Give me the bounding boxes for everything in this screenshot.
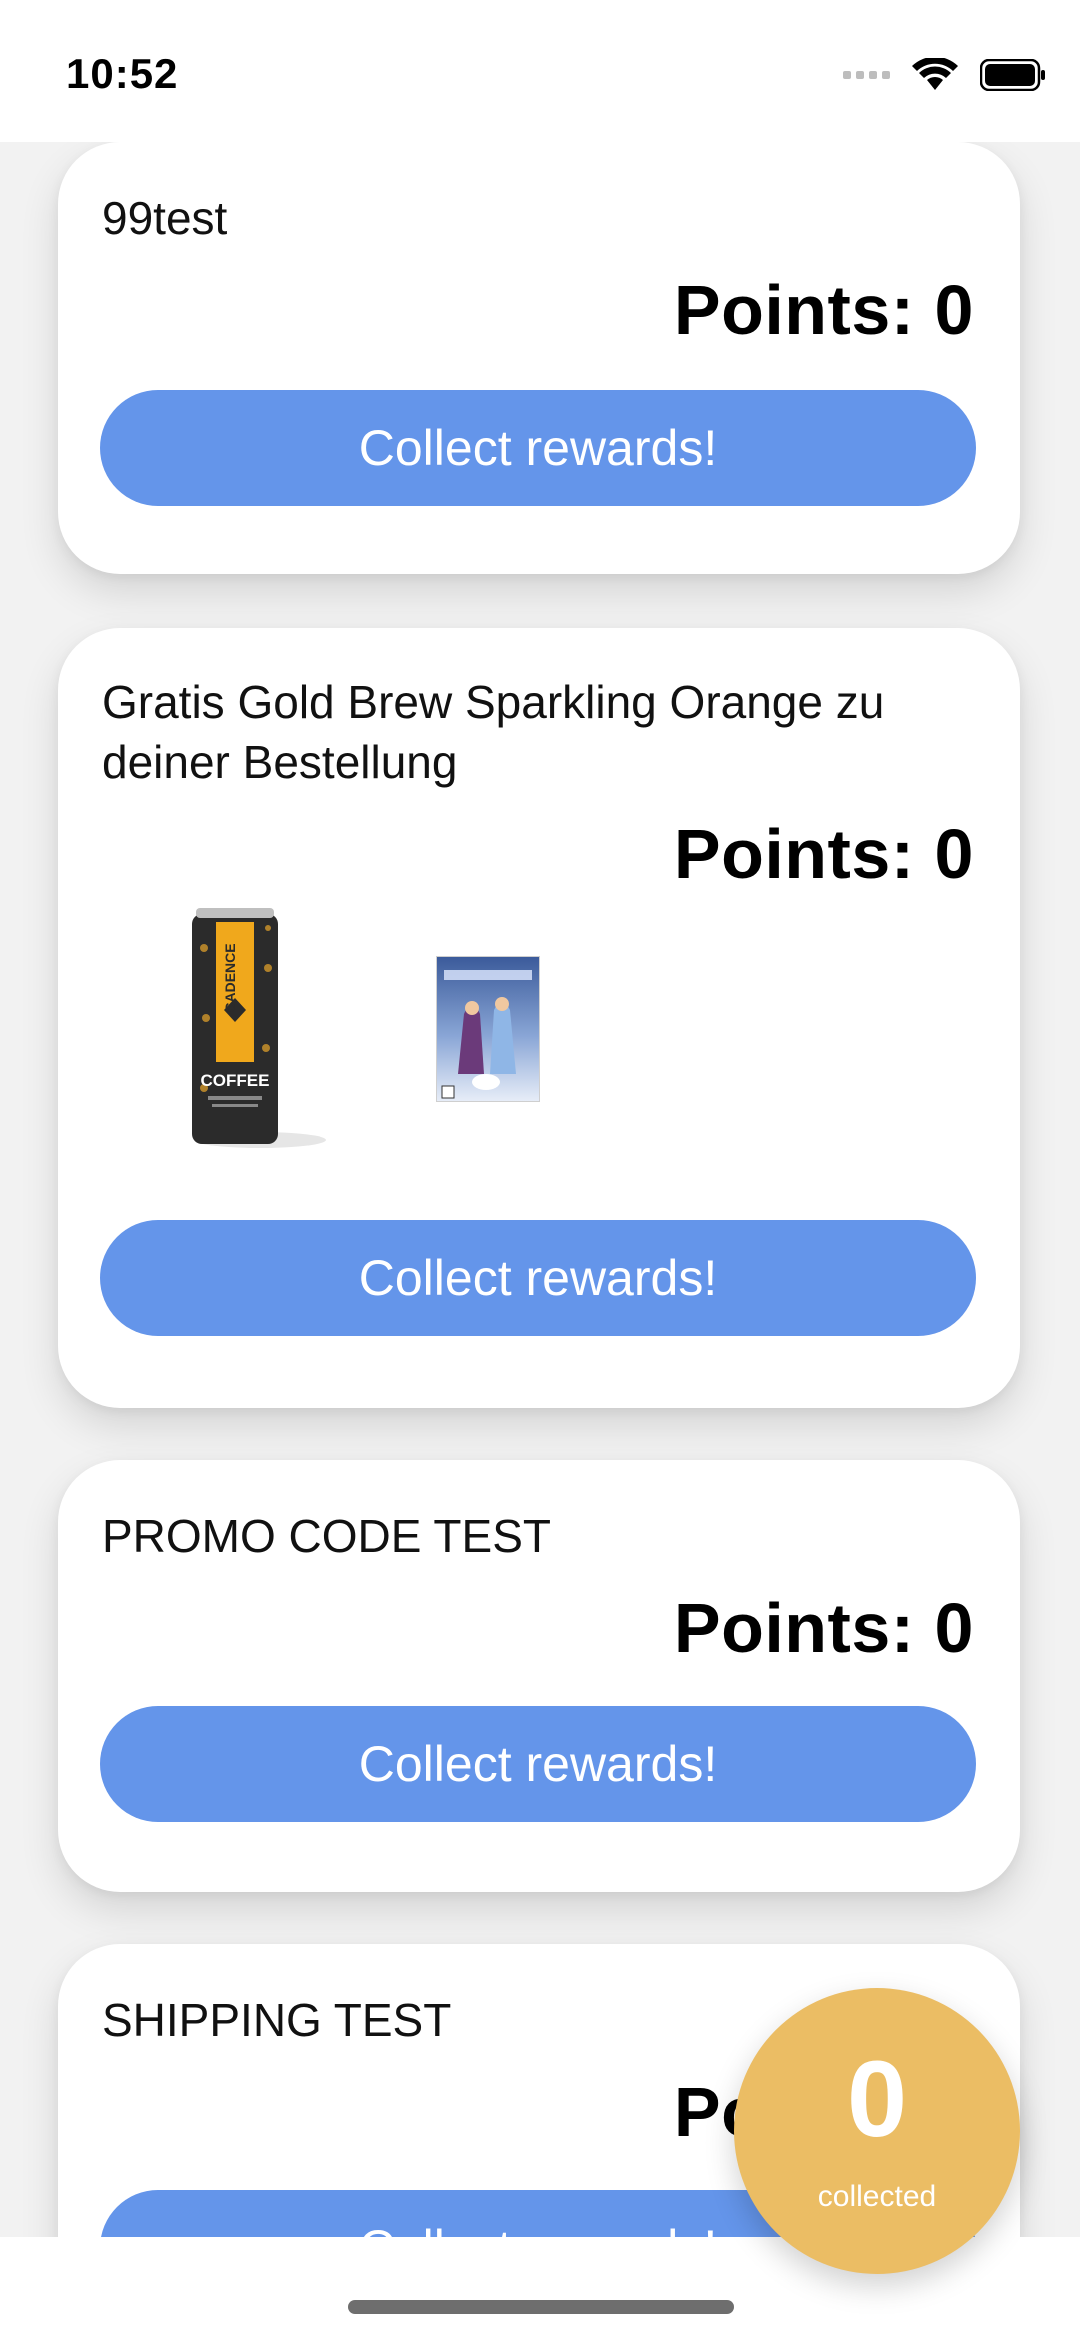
- reward-title: PROMO CODE TEST: [102, 1510, 551, 1562]
- status-icons: [843, 58, 1046, 92]
- home-indicator[interactable]: [348, 2300, 734, 2314]
- collect-rewards-button[interactable]: Collect rewards!: [100, 1706, 976, 1822]
- reward-points: Points: 0: [673, 1589, 974, 1667]
- collected-count: 0: [846, 2038, 908, 2159]
- battery-icon: [980, 59, 1045, 91]
- reward-card: 99test Points: 0 Collect rewards!: [58, 142, 1020, 574]
- cellular-signal-icon: [843, 71, 890, 79]
- collect-rewards-button[interactable]: Collect rewards!: [100, 390, 976, 506]
- coffee-can-image: CADENCE COFFEE: [192, 908, 326, 1148]
- reward-title: Gratis Gold Brew Sparkling Orange zu dei…: [102, 676, 885, 788]
- can-type-label: COFFEE: [201, 1071, 270, 1090]
- reward-card: PROMO CODE TEST Points: 0 Collect reward…: [58, 1460, 1020, 1892]
- reward-card: Gratis Gold Brew Sparkling Orange zu dei…: [58, 628, 1020, 1408]
- collect-rewards-button[interactable]: Collect rewards!: [100, 1220, 976, 1336]
- status-bar: 10:52: [0, 0, 1080, 142]
- status-time: 10:52: [66, 50, 179, 97]
- reward-title: 99test: [102, 192, 228, 244]
- wifi-icon: [912, 58, 958, 90]
- dvd-cover-image: [436, 956, 540, 1102]
- collected-label: collected: [817, 2180, 937, 2213]
- reward-points: Points: 0: [673, 271, 974, 349]
- reward-points: Points: 0: [673, 815, 974, 893]
- rewards-list[interactable]: 99test Points: 0 Collect rewards! Gratis…: [0, 142, 1080, 2237]
- can-brand-label: CADENCE: [222, 943, 238, 1012]
- collected-counter-button[interactable]: 0 collected: [734, 1988, 1020, 2274]
